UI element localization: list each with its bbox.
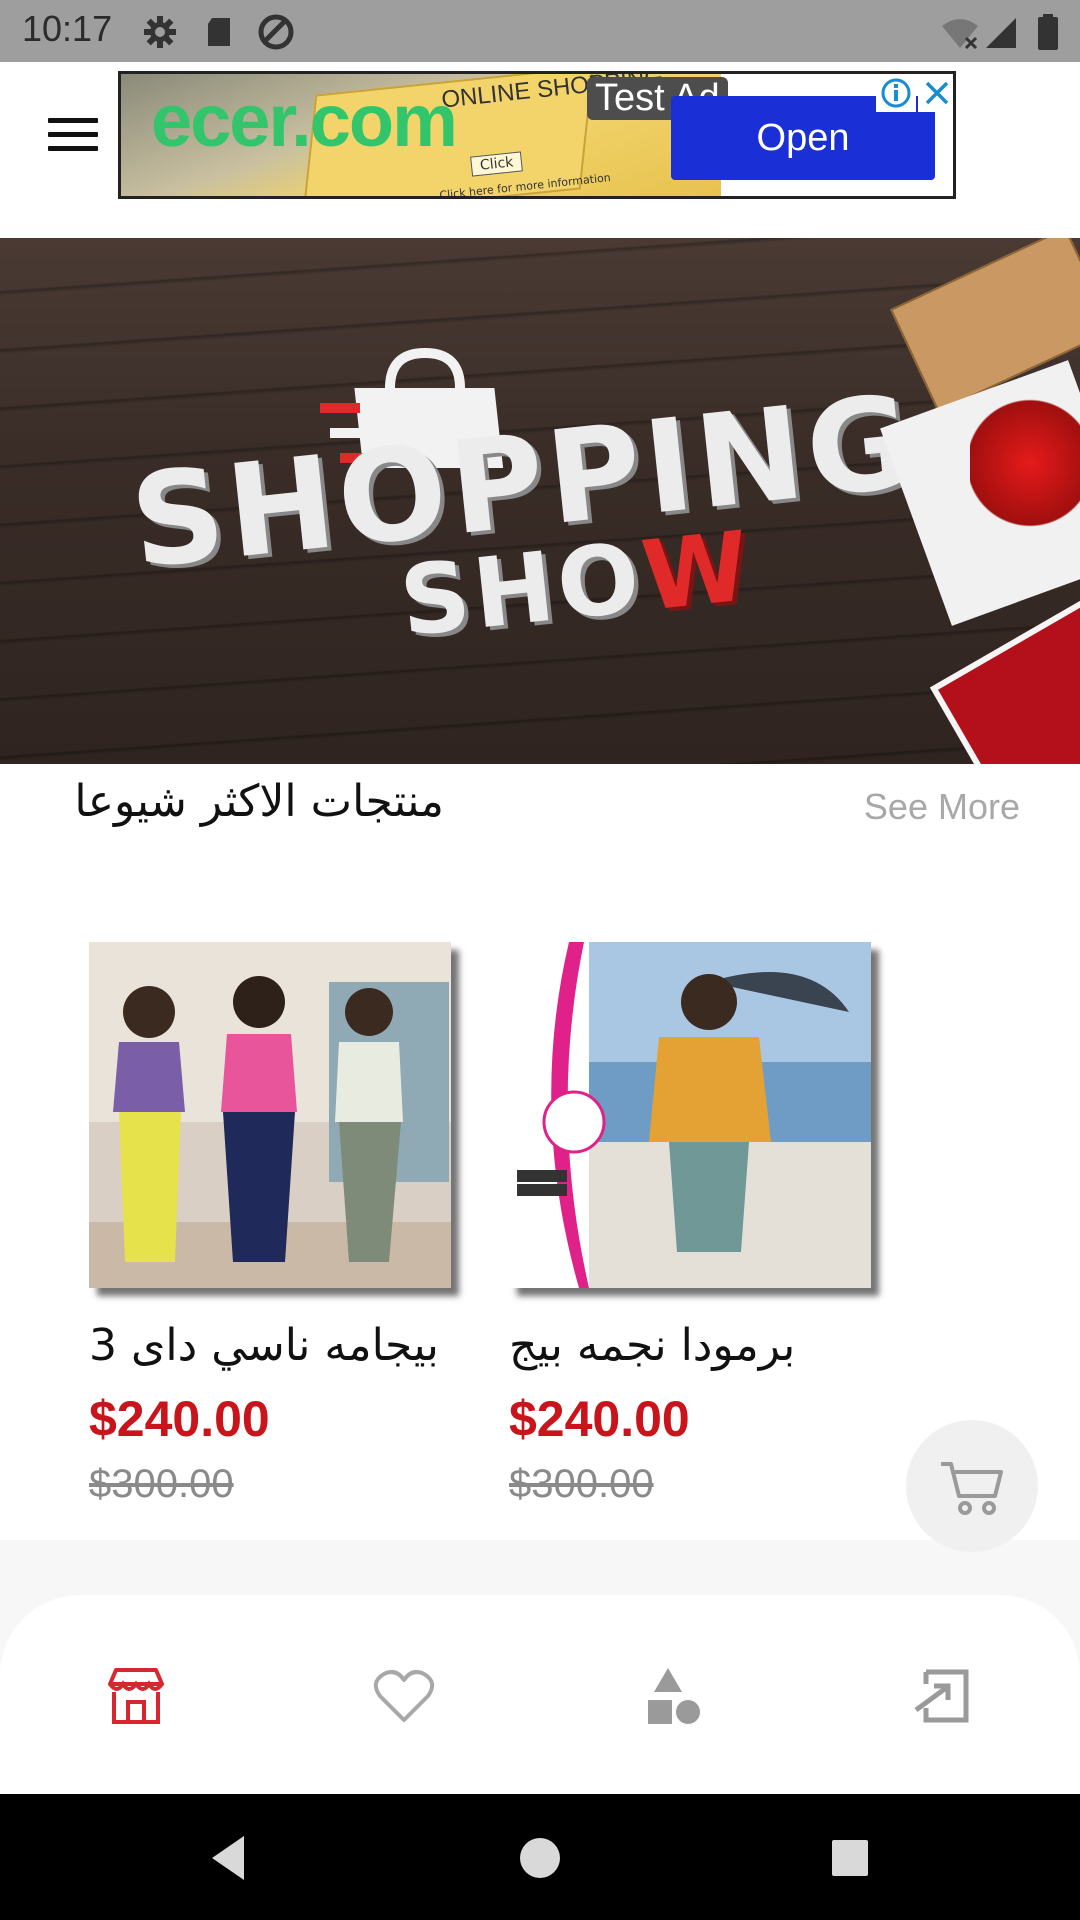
ad-info-icon[interactable] (876, 74, 916, 112)
settings-icon (144, 16, 176, 48)
store-icon (108, 1668, 164, 1724)
product-price: $240.00 (89, 1391, 270, 1447)
product-name: بيجامه ناسي داى 3 (89, 1320, 439, 1371)
heart-icon (373, 1670, 435, 1722)
ad-banner[interactable]: ONLINE SHOPPING ecer.com Click Click her… (118, 71, 956, 199)
logout-icon (914, 1669, 969, 1723)
ad-brand: ecer.com (151, 79, 458, 162)
hero-title-line2-accent: W (636, 509, 758, 633)
product-name: برمودا نجمه بيج (509, 1320, 796, 1371)
status-bar: 10:17 (0, 0, 1080, 62)
signal-icon (986, 18, 1016, 48)
wifi-off-icon (942, 19, 978, 50)
cart-button[interactable] (906, 1420, 1038, 1552)
data-saver-icon (258, 14, 294, 50)
ad-close-icon[interactable] (918, 74, 953, 112)
recents-icon[interactable] (822, 1830, 878, 1886)
product-old-price: $300.00 (509, 1462, 654, 1506)
nav-logout[interactable] (912, 1664, 976, 1728)
product-price: $240.00 (509, 1391, 690, 1447)
gift-ribbon-image (970, 398, 1080, 528)
hero-title-line2-main: SHO (395, 521, 649, 659)
product-old-price: $300.00 (89, 1462, 234, 1506)
nav-store[interactable] (104, 1664, 168, 1728)
nav-favorites[interactable] (372, 1664, 436, 1728)
status-time: 10:17 (22, 8, 113, 49)
nav-categories[interactable] (642, 1664, 706, 1728)
sd-card-icon (208, 18, 230, 46)
cart-icon (941, 1462, 1003, 1515)
product-image[interactable] (509, 942, 871, 1288)
see-more-link[interactable]: See More (864, 786, 1020, 828)
battery-icon (1038, 14, 1058, 50)
menu-icon[interactable] (48, 118, 98, 158)
product-image[interactable] (89, 942, 451, 1288)
categories-icon (648, 1668, 700, 1724)
hero-banner[interactable]: SHOPPING SHOW (0, 238, 1080, 764)
home-icon[interactable] (512, 1830, 568, 1886)
section-title: منتجات الاكثر شيوعا (74, 776, 444, 827)
system-nav-bar (0, 1794, 1080, 1920)
back-icon[interactable] (204, 1830, 260, 1886)
